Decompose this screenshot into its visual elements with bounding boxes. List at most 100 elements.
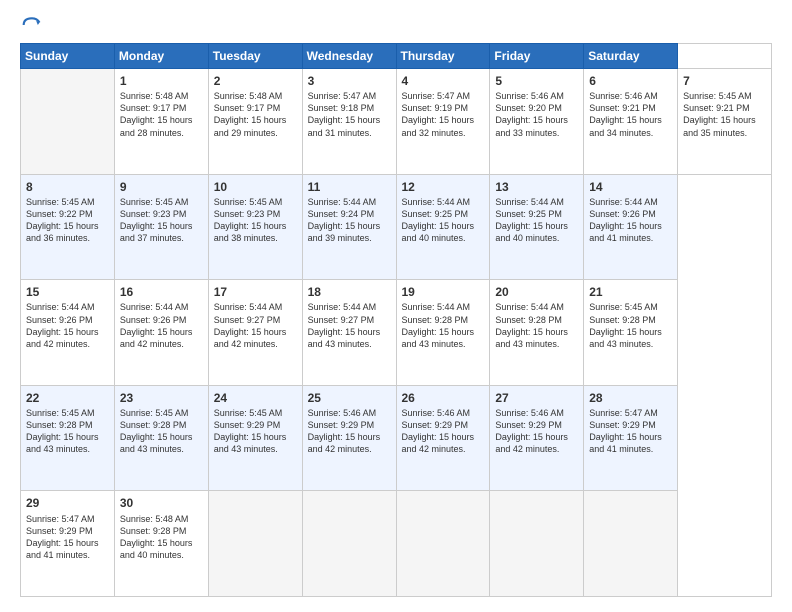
calendar-cell: 10Sunrise: 5:45 AMSunset: 9:23 PMDayligh… (208, 174, 302, 280)
col-header-monday: Monday (114, 44, 208, 69)
calendar-cell: 2Sunrise: 5:48 AMSunset: 9:17 PMDaylight… (208, 69, 302, 175)
day-number: 1 (120, 73, 203, 89)
day-info: Sunrise: 5:45 AMSunset: 9:21 PMDaylight:… (683, 90, 766, 139)
calendar-cell: 27Sunrise: 5:46 AMSunset: 9:29 PMDayligh… (490, 385, 584, 491)
day-info: Sunrise: 5:44 AMSunset: 9:25 PMDaylight:… (495, 196, 578, 245)
day-number: 5 (495, 73, 578, 89)
day-number: 11 (308, 179, 391, 195)
day-number: 13 (495, 179, 578, 195)
day-number: 27 (495, 390, 578, 406)
calendar-cell: 6Sunrise: 5:46 AMSunset: 9:21 PMDaylight… (584, 69, 678, 175)
day-info: Sunrise: 5:45 AMSunset: 9:28 PMDaylight:… (120, 407, 203, 456)
calendar-cell: 24Sunrise: 5:45 AMSunset: 9:29 PMDayligh… (208, 385, 302, 491)
calendar-cell: 25Sunrise: 5:46 AMSunset: 9:29 PMDayligh… (302, 385, 396, 491)
calendar-cell: 3Sunrise: 5:47 AMSunset: 9:18 PMDaylight… (302, 69, 396, 175)
calendar-cell: 13Sunrise: 5:44 AMSunset: 9:25 PMDayligh… (490, 174, 584, 280)
col-header-sunday: Sunday (21, 44, 115, 69)
page: SundayMondayTuesdayWednesdayThursdayFrid… (0, 0, 792, 612)
day-number: 19 (402, 284, 485, 300)
day-number: 4 (402, 73, 485, 89)
col-header-thursday: Thursday (396, 44, 490, 69)
calendar-cell (490, 491, 584, 597)
calendar-cell: 17Sunrise: 5:44 AMSunset: 9:27 PMDayligh… (208, 280, 302, 386)
day-number: 12 (402, 179, 485, 195)
day-number: 15 (26, 284, 109, 300)
calendar-cell: 9Sunrise: 5:45 AMSunset: 9:23 PMDaylight… (114, 174, 208, 280)
calendar-cell (21, 69, 115, 175)
calendar-cell: 12Sunrise: 5:44 AMSunset: 9:25 PMDayligh… (396, 174, 490, 280)
calendar-cell: 5Sunrise: 5:46 AMSunset: 9:20 PMDaylight… (490, 69, 584, 175)
day-info: Sunrise: 5:45 AMSunset: 9:28 PMDaylight:… (589, 301, 672, 350)
calendar-cell: 18Sunrise: 5:44 AMSunset: 9:27 PMDayligh… (302, 280, 396, 386)
day-info: Sunrise: 5:47 AMSunset: 9:29 PMDaylight:… (26, 513, 109, 562)
day-info: Sunrise: 5:46 AMSunset: 9:20 PMDaylight:… (495, 90, 578, 139)
day-number: 25 (308, 390, 391, 406)
day-info: Sunrise: 5:44 AMSunset: 9:26 PMDaylight:… (589, 196, 672, 245)
day-number: 30 (120, 495, 203, 511)
calendar-cell (208, 491, 302, 597)
day-info: Sunrise: 5:48 AMSunset: 9:28 PMDaylight:… (120, 513, 203, 562)
calendar-table: SundayMondayTuesdayWednesdayThursdayFrid… (20, 43, 772, 597)
col-header-friday: Friday (490, 44, 584, 69)
calendar-cell: 15Sunrise: 5:44 AMSunset: 9:26 PMDayligh… (21, 280, 115, 386)
header (20, 15, 772, 35)
day-number: 2 (214, 73, 297, 89)
calendar-cell: 11Sunrise: 5:44 AMSunset: 9:24 PMDayligh… (302, 174, 396, 280)
day-info: Sunrise: 5:44 AMSunset: 9:26 PMDaylight:… (26, 301, 109, 350)
day-number: 14 (589, 179, 672, 195)
day-number: 23 (120, 390, 203, 406)
logo-icon (22, 15, 42, 35)
day-number: 16 (120, 284, 203, 300)
day-info: Sunrise: 5:46 AMSunset: 9:21 PMDaylight:… (589, 90, 672, 139)
day-info: Sunrise: 5:48 AMSunset: 9:17 PMDaylight:… (214, 90, 297, 139)
col-header-wednesday: Wednesday (302, 44, 396, 69)
day-info: Sunrise: 5:46 AMSunset: 9:29 PMDaylight:… (402, 407, 485, 456)
day-number: 28 (589, 390, 672, 406)
calendar-cell: 20Sunrise: 5:44 AMSunset: 9:28 PMDayligh… (490, 280, 584, 386)
day-info: Sunrise: 5:44 AMSunset: 9:27 PMDaylight:… (308, 301, 391, 350)
day-info: Sunrise: 5:47 AMSunset: 9:18 PMDaylight:… (308, 90, 391, 139)
day-number: 3 (308, 73, 391, 89)
day-info: Sunrise: 5:45 AMSunset: 9:29 PMDaylight:… (214, 407, 297, 456)
day-info: Sunrise: 5:44 AMSunset: 9:28 PMDaylight:… (402, 301, 485, 350)
day-info: Sunrise: 5:47 AMSunset: 9:29 PMDaylight:… (589, 407, 672, 456)
calendar-cell: 8Sunrise: 5:45 AMSunset: 9:22 PMDaylight… (21, 174, 115, 280)
col-header-saturday: Saturday (584, 44, 678, 69)
calendar-cell: 23Sunrise: 5:45 AMSunset: 9:28 PMDayligh… (114, 385, 208, 491)
day-number: 9 (120, 179, 203, 195)
day-number: 17 (214, 284, 297, 300)
day-number: 6 (589, 73, 672, 89)
day-number: 18 (308, 284, 391, 300)
day-number: 22 (26, 390, 109, 406)
calendar-cell: 4Sunrise: 5:47 AMSunset: 9:19 PMDaylight… (396, 69, 490, 175)
calendar-cell: 26Sunrise: 5:46 AMSunset: 9:29 PMDayligh… (396, 385, 490, 491)
day-number: 21 (589, 284, 672, 300)
calendar-cell: 16Sunrise: 5:44 AMSunset: 9:26 PMDayligh… (114, 280, 208, 386)
day-info: Sunrise: 5:45 AMSunset: 9:23 PMDaylight:… (120, 196, 203, 245)
calendar-cell (584, 491, 678, 597)
logo (20, 15, 46, 35)
calendar-cell: 7Sunrise: 5:45 AMSunset: 9:21 PMDaylight… (678, 69, 772, 175)
day-info: Sunrise: 5:45 AMSunset: 9:22 PMDaylight:… (26, 196, 109, 245)
calendar-cell: 14Sunrise: 5:44 AMSunset: 9:26 PMDayligh… (584, 174, 678, 280)
day-info: Sunrise: 5:45 AMSunset: 9:28 PMDaylight:… (26, 407, 109, 456)
day-info: Sunrise: 5:47 AMSunset: 9:19 PMDaylight:… (402, 90, 485, 139)
day-info: Sunrise: 5:44 AMSunset: 9:24 PMDaylight:… (308, 196, 391, 245)
day-info: Sunrise: 5:45 AMSunset: 9:23 PMDaylight:… (214, 196, 297, 245)
day-number: 29 (26, 495, 109, 511)
day-number: 20 (495, 284, 578, 300)
calendar-cell (302, 491, 396, 597)
calendar-cell: 1Sunrise: 5:48 AMSunset: 9:17 PMDaylight… (114, 69, 208, 175)
day-info: Sunrise: 5:46 AMSunset: 9:29 PMDaylight:… (308, 407, 391, 456)
calendar-cell: 30 Sunrise: 5:48 AMSunset: 9:28 PMDayligh… (114, 491, 208, 597)
day-info: Sunrise: 5:44 AMSunset: 9:28 PMDaylight:… (495, 301, 578, 350)
day-number: 7 (683, 73, 766, 89)
day-number: 24 (214, 390, 297, 406)
col-header-tuesday: Tuesday (208, 44, 302, 69)
calendar-cell: 22Sunrise: 5:45 AMSunset: 9:28 PMDayligh… (21, 385, 115, 491)
calendar-cell: 29 Sunrise: 5:47 AMSunset: 9:29 PMDayligh… (21, 491, 115, 597)
calendar-cell: 21Sunrise: 5:45 AMSunset: 9:28 PMDayligh… (584, 280, 678, 386)
day-info: Sunrise: 5:44 AMSunset: 9:27 PMDaylight:… (214, 301, 297, 350)
calendar-cell: 19Sunrise: 5:44 AMSunset: 9:28 PMDayligh… (396, 280, 490, 386)
day-number: 26 (402, 390, 485, 406)
